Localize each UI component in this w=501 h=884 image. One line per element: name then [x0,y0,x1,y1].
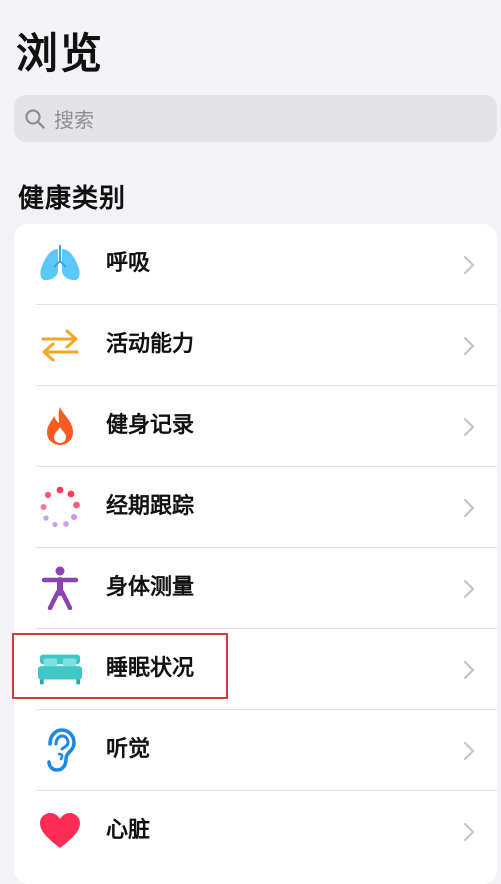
category-row-mobility[interactable]: 活动能力 [14,305,497,386]
chevron-right-icon [463,417,475,437]
chevron-right-icon [463,336,475,356]
lungs-icon [38,244,82,284]
category-label: 睡眠状况 [106,656,195,681]
heart-icon [38,811,82,851]
category-row-sleep[interactable]: 睡眠状况 [14,629,497,710]
ear-icon [38,728,82,772]
category-label: 呼吸 [106,251,151,276]
category-label: 心脏 [106,818,151,843]
chevron-right-icon [463,498,475,518]
category-list: 呼吸 活动能力 健身记录 经期跟踪 身体测量 睡眠状况 听觉 心脏 [14,224,497,884]
section-title: 健康类别 [18,184,127,214]
category-label: 经期跟踪 [106,494,195,519]
category-label: 听觉 [106,737,151,762]
bed-icon [38,649,82,689]
category-row-activity[interactable]: 健身记录 [14,386,497,467]
cycle-dots-icon [38,486,82,528]
chevron-right-icon [463,741,475,761]
category-label: 健身记录 [106,413,195,438]
search-bar[interactable]: 搜索 [14,95,497,142]
search-placeholder: 搜索 [54,108,94,132]
figure-icon [38,566,82,610]
arrows-icon [38,325,82,365]
category-row-cycle-tracking[interactable]: 经期跟踪 [14,467,497,548]
flame-icon [38,406,82,446]
chevron-right-icon [463,255,475,275]
category-label: 活动能力 [106,332,195,357]
category-row-respiratory[interactable]: 呼吸 [14,224,497,305]
chevron-right-icon [463,579,475,599]
category-row-hearing[interactable]: 听觉 [14,710,497,791]
search-icon [25,108,45,129]
chevron-right-icon [463,660,475,680]
category-row-heart[interactable]: 心脏 [14,791,497,872]
chevron-right-icon [463,822,475,842]
page-title: 浏览 [16,29,105,78]
category-label: 身体测量 [106,575,195,600]
category-row-body-measurements[interactable]: 身体测量 [14,548,497,629]
